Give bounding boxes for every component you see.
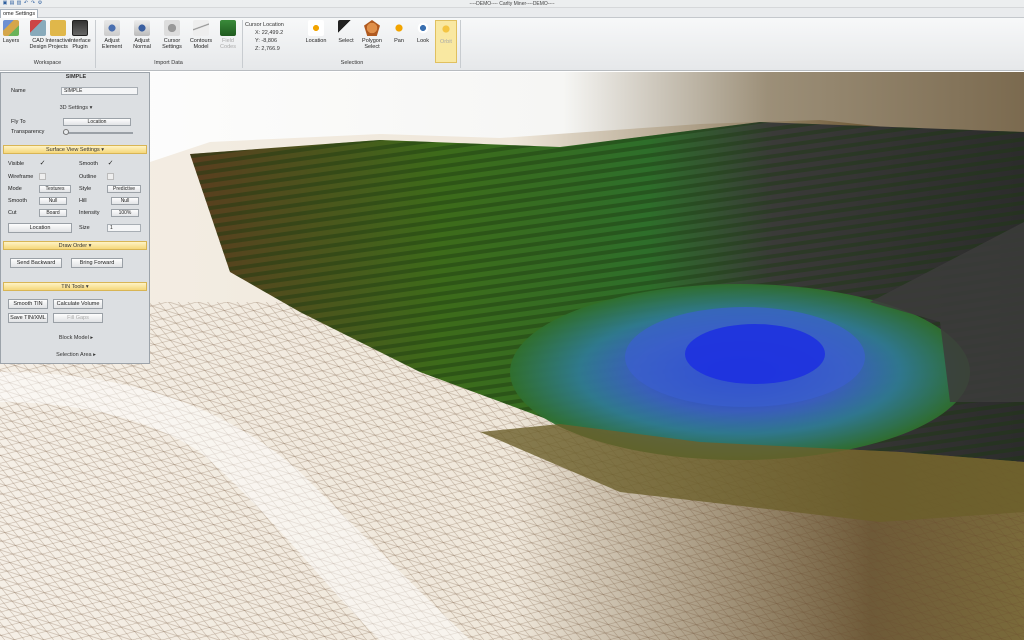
fill-gaps-button[interactable]: Fill Gaps [53,313,103,323]
style-dropdown[interactable]: Predictive [107,185,141,193]
cursor-y-value: Y: -8,806 [255,38,278,44]
ribbon-separator [460,20,461,68]
adjust-element-label: Adjust Element [101,38,123,50]
selection-group-label: Selection [340,60,364,66]
contours-model-icon [193,20,209,36]
location-label: Location [305,38,327,44]
select-arrow-icon [338,20,354,36]
surface-view-settings-header[interactable]: Surface View Settings ▾ [3,145,147,154]
terrain-render [0,72,1024,640]
adjust-element-button[interactable]: Adjust Element [97,20,127,50]
transparency-label: Transparency [11,129,45,135]
pan-icon [391,20,407,36]
visible-checkbox[interactable]: ✓ [39,160,46,167]
size-field[interactable]: 1 [107,224,141,232]
orbit-icon [438,21,454,37]
name-field[interactable]: SIMPLE [61,87,138,95]
style-label: Style [79,186,92,192]
interface-plugin-button[interactable]: Interface Plugin [64,20,96,50]
cut-dropdown[interactable]: Board [39,209,67,217]
hill-dropdown[interactable]: Null [111,197,139,205]
layers-icon [3,20,19,36]
panel-title: SIMPLE [65,74,87,80]
contours-model-label: Contours Model [189,38,213,50]
orbit-label: Orbit [440,39,452,45]
field-codes-icon [220,20,236,36]
cursor-settings-button[interactable]: Cursor Settings [157,20,187,50]
hill-label: Hill [79,198,87,204]
pan-label: Pan [394,38,404,44]
smooth-tin-button[interactable]: Smooth TIN [8,299,48,309]
3d-settings-header[interactable]: 3D Settings ▾ [1,105,151,111]
transparency-slider-handle[interactable] [63,129,69,135]
mode-dropdown[interactable]: Textures [39,185,71,193]
field-codes-button[interactable]: Field Codes [213,20,243,50]
smooth-checkbox[interactable]: ✓ [107,160,114,167]
block-model-header[interactable]: Block Model ▸ [1,335,151,341]
3d-viewport[interactable] [0,72,1024,640]
window-title: ----DEMO---- Carlty Miner----DEMO---- [469,1,555,7]
intensity-dropdown[interactable]: 100% [111,209,139,217]
tin-tools-header[interactable]: TIN Tools ▾ [3,282,147,291]
location-button[interactable]: Location [301,20,331,44]
wireframe-checkbox[interactable] [39,173,46,180]
smooth-mode-dropdown[interactable]: Null [39,197,67,205]
adjust-normal-button[interactable]: Adjust Normal [127,20,157,50]
cursor-settings-label: Cursor Settings [162,38,182,50]
import-data-group-label: Import Data [154,60,183,66]
look-label: Look [417,38,429,44]
field-codes-label: Field Codes [220,38,236,50]
save-tin-button[interactable]: Save TIN/XML [8,313,48,323]
cursor-x-value: X: 22,499.2 [255,30,284,36]
size-label: Size [79,225,90,231]
orbit-button[interactable]: Orbit [435,20,457,63]
selection-area-header[interactable]: Selection Area ▸ [1,352,151,358]
fly-to-label: Fly To [11,119,26,125]
draw-order-header[interactable]: Draw Order ▾ [3,241,147,250]
cut-label: Cut [8,210,17,216]
outline-checkbox[interactable] [107,173,114,180]
cursor-z-value: Z: 2,766.9 [255,46,280,52]
cursor-settings-icon [164,20,180,36]
adjust-element-icon [104,20,120,36]
polygon-select-label: Polygon Select [362,38,382,50]
interface-plugin-label: Interface Plugin [69,38,91,50]
properties-panel: SIMPLE Name SIMPLE 3D Settings ▾ Fly To … [0,72,150,364]
calculate-volume-button[interactable]: Calculate Volume [53,299,103,309]
interface-plugin-icon [72,20,88,36]
cursor-location-heading: Cursor Location [245,22,284,28]
mode-label: Mode [8,186,22,192]
ribbon-tabs: ome Settings [0,8,1024,18]
adjust-normal-label: Adjust Normal [133,38,151,50]
ribbon-separator [95,20,96,68]
location-icon [308,20,324,36]
fly-to-dropdown[interactable]: Location [63,118,131,126]
tab-home-settings[interactable]: ome Settings [0,9,39,18]
look-button[interactable]: Look [408,20,438,44]
layers-label: Layers [2,38,20,44]
ribbon: Layers CAD Design Interactive Projects I… [0,18,1024,71]
transparency-slider-track [63,132,133,134]
select-label: Select [338,38,354,44]
outline-label: Outline [79,174,97,180]
location-panel-button[interactable]: Location [8,223,72,233]
name-label: Name [11,88,26,94]
wireframe-label: Wireframe [8,174,34,180]
bring-forward-button[interactable]: Bring Forward [71,258,123,268]
contours-model-button[interactable]: Contours Model [186,20,216,50]
adjust-normal-icon [134,20,150,36]
polygon-select-icon [364,20,380,36]
look-icon [415,20,431,36]
send-backward-button[interactable]: Send Backward [10,258,62,268]
polygon-select-button[interactable]: Polygon Select [357,20,387,50]
smooth-label: Smooth [79,161,98,167]
smooth-mode-label: Smooth [8,198,27,204]
workspace-group-label: Workspace [33,60,62,66]
title-bar: ▣ ▤ ▥ ↶ ↷ ⚙ ----DEMO---- Carlty Miner---… [0,0,1024,8]
visible-label: Visible [8,161,25,167]
cursor-location-readout: Cursor Location X: 22,499.2 Y: -8,806 Z:… [245,21,284,53]
ribbon-separator [242,20,243,68]
intensity-label: Intensity [79,210,100,216]
